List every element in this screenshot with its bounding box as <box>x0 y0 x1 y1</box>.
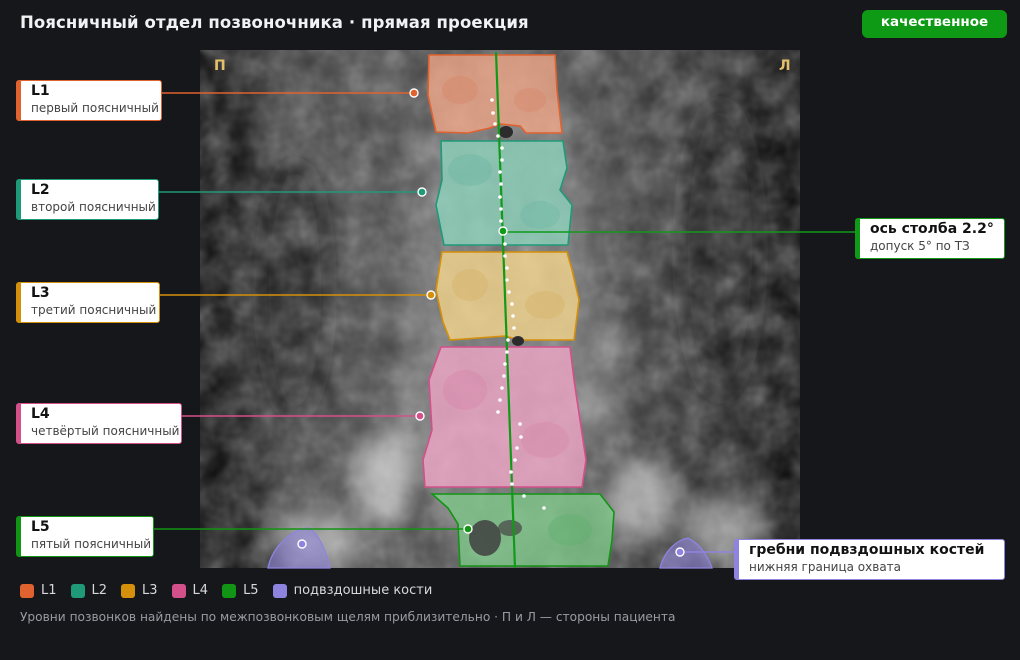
callout-l5-description: пятый поясничный <box>31 537 151 551</box>
legend-label: L1 <box>41 583 57 598</box>
callout-l2: L2 второй поясничный <box>16 179 159 220</box>
iliac-crest-left <box>659 537 713 569</box>
legend-swatch <box>171 583 186 598</box>
legend-swatch <box>222 583 237 598</box>
axis-title: ось столба 2.2° <box>870 221 994 237</box>
legend-swatch <box>272 583 287 598</box>
legend-item-l4: L4 <box>171 583 209 598</box>
callout-l4: L4 четвёртый поясничный <box>16 403 182 444</box>
callout-l3-description: третий поясничный <box>31 303 157 317</box>
iliac-note: нижняя граница охвата <box>749 560 902 574</box>
callout-axis: ось столба 2.2° допуск 5° по ТЗ <box>855 218 1005 259</box>
legend-label: L5 <box>243 583 259 598</box>
legend-label: L3 <box>142 583 158 598</box>
callout-l4-title: L4 <box>31 406 50 422</box>
disc-gap <box>512 336 524 346</box>
disc-gap <box>499 126 513 138</box>
iliac-title: гребни подвздошных костей <box>749 542 985 558</box>
callout-l4-description: четвёртый поясничный <box>31 424 180 438</box>
callout-l1-title: L1 <box>31 83 50 99</box>
vertebra-l5 <box>429 493 615 567</box>
legend: L1 L2 L3 L4 L5 подвздошные кости <box>20 583 446 598</box>
vertebra-l1 <box>427 54 563 134</box>
legend-item-l3: L3 <box>121 583 158 598</box>
footnote: Уровни позвонков найдены по межпозвонков… <box>20 610 676 624</box>
legend-item-l1: L1 <box>20 583 57 598</box>
legend-label: L2 <box>91 583 108 598</box>
axis-note: допуск 5° по ТЗ <box>870 239 970 253</box>
callout-l5-title: L5 <box>31 519 50 535</box>
callout-l5: L5 пятый поясничный <box>16 516 154 557</box>
legend-item-l5: L5 <box>222 583 259 598</box>
vertebra-l3 <box>435 251 580 341</box>
legend-swatch <box>70 583 85 598</box>
iliac-crest-right <box>267 527 331 569</box>
callout-l1: L1 первый поясничный <box>16 80 162 121</box>
vertebra-l4 <box>422 346 587 488</box>
callout-l3: L3 третий поясничный <box>16 282 160 323</box>
callout-iliac: гребни подвздошных костей нижняя граница… <box>734 539 1005 580</box>
legend-item-iliac: подвздошные кости <box>272 583 433 598</box>
legend-swatch <box>121 583 136 598</box>
callout-l3-title: L3 <box>31 285 50 301</box>
callout-l1-description: первый поясничный <box>31 101 159 115</box>
callout-l2-title: L2 <box>31 182 50 198</box>
legend-item-l2: L2 <box>70 583 108 598</box>
callout-l2-description: второй поясничный <box>31 200 156 214</box>
legend-label: L4 <box>192 583 209 598</box>
legend-swatch <box>20 583 34 598</box>
legend-label: подвздошные кости <box>293 583 433 598</box>
